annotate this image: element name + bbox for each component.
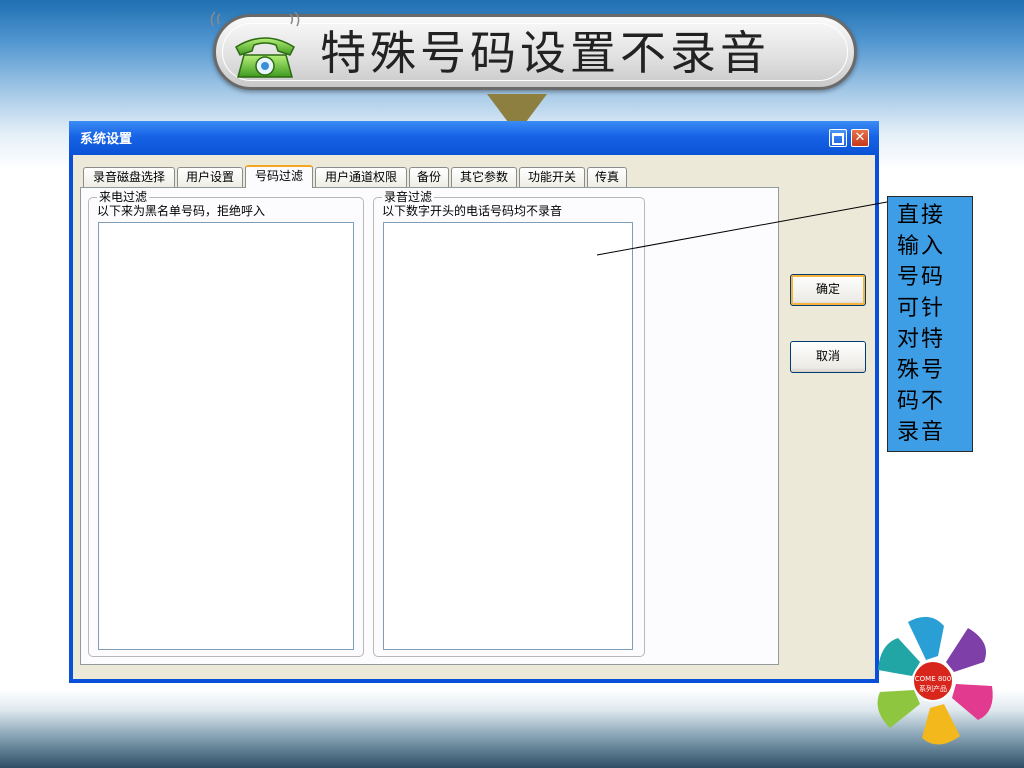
- ok-button[interactable]: 确定: [790, 274, 866, 306]
- no-record-prefix-input[interactable]: [383, 222, 633, 650]
- logo-line-2: 系列产品: [919, 685, 947, 693]
- slide-title-banner: 特殊号码设置不录音: [213, 14, 857, 90]
- logo-line-1: COME 800: [914, 675, 952, 683]
- telephone-icon: [235, 37, 295, 78]
- tab-other-params[interactable]: 其它参数: [451, 167, 517, 187]
- callout-text: 直接输入号码可针对特殊号码不录音: [897, 203, 946, 445]
- tab-channel-permissions[interactable]: 用户通道权限: [315, 167, 407, 187]
- cancel-button[interactable]: 取消: [790, 341, 866, 373]
- incoming-filter-title: 来电过滤: [97, 190, 150, 204]
- tab-recording-disk[interactable]: 录音磁盘选择: [83, 167, 175, 187]
- dialog-titlebar[interactable]: 系统设置 ✕: [69, 121, 879, 155]
- slide-title: 特殊号码设置不录音: [320, 26, 770, 80]
- callout-box: 直接输入号码可针对特殊号码不录音: [887, 196, 973, 452]
- tab-fax[interactable]: 传真: [587, 167, 627, 187]
- record-filter-group: 录音过滤 以下数字开头的电话号码均不录音: [373, 190, 645, 657]
- ringing-lines-icon: [210, 11, 300, 27]
- product-logo: COME 800 系列产品: [868, 612, 1000, 752]
- incoming-filter-description: 以下来为黑名单号码，拒绝呼入: [97, 204, 266, 218]
- tab-backup[interactable]: 备份: [409, 167, 449, 187]
- tab-number-filter[interactable]: 号码过滤: [245, 165, 313, 188]
- tab-user-settings[interactable]: 用户设置: [177, 167, 243, 187]
- dialog-client-area: 录音磁盘选择 用户设置 号码过滤 用户通道权限 备份 其它参数 功能开关 传真 …: [73, 155, 875, 679]
- system-settings-dialog: 系统设置 ✕ 录音磁盘选择 用户设置 号码过滤 用户通道权限 备份 其它参数 功…: [69, 121, 879, 683]
- close-icon[interactable]: ✕: [851, 129, 869, 147]
- number-filter-panel: 来电过滤 以下来为黑名单号码，拒绝呼入 录音过滤 以下数字开头的电话号码均不录音: [80, 187, 779, 665]
- blacklist-input[interactable]: [98, 222, 354, 650]
- dialog-title: 系统设置: [80, 132, 133, 147]
- record-filter-title: 录音过滤: [382, 190, 435, 204]
- maximize-icon[interactable]: [829, 129, 847, 147]
- incoming-filter-group: 来电过滤 以下来为黑名单号码，拒绝呼入: [88, 190, 364, 657]
- logo-center-badge: COME 800 系列产品: [912, 660, 954, 702]
- tab-function-switch[interactable]: 功能开关: [519, 167, 585, 187]
- record-filter-description: 以下数字开头的电话号码均不录音: [382, 204, 563, 218]
